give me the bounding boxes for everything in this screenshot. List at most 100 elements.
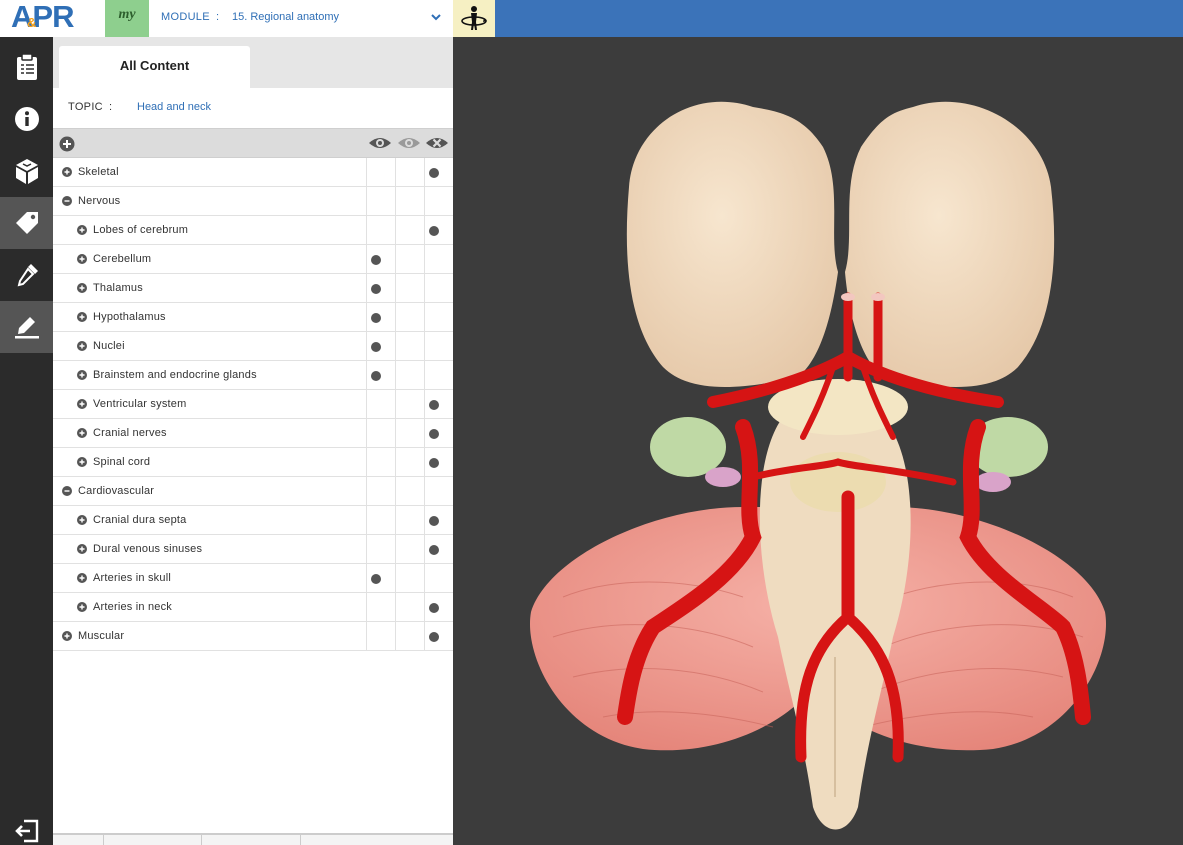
visibility-cell-show[interactable] xyxy=(366,245,395,274)
expand-icon[interactable] xyxy=(77,254,87,264)
visibility-cell-hide[interactable] xyxy=(424,564,453,593)
tree-row[interactable]: Cranial nerves xyxy=(53,419,453,448)
visibility-cell-transparent[interactable] xyxy=(395,303,424,332)
collapse-icon[interactable] xyxy=(62,196,72,206)
visibility-cell-show[interactable] xyxy=(366,216,395,245)
expand-icon[interactable] xyxy=(77,399,87,409)
visibility-cell-show[interactable] xyxy=(366,158,395,187)
app-logo[interactable]: APR & xyxy=(0,0,105,37)
visibility-cell-transparent[interactable] xyxy=(395,245,424,274)
sidebar-item-3d-view[interactable] xyxy=(0,145,53,197)
exit-button[interactable] xyxy=(0,811,53,845)
visibility-cell-transparent[interactable] xyxy=(395,448,424,477)
tree-row[interactable]: Muscular xyxy=(53,622,453,651)
visibility-cell-show[interactable] xyxy=(366,448,395,477)
left-cerebral-hemisphere[interactable] xyxy=(626,101,838,387)
visibility-cell-hide[interactable] xyxy=(424,158,453,187)
expand-icon[interactable] xyxy=(62,167,72,177)
tree-row[interactable]: Skeletal xyxy=(53,158,453,187)
tree-row[interactable]: Cranial dura septa xyxy=(53,506,453,535)
tree-row[interactable]: Spinal cord xyxy=(53,448,453,477)
visibility-cell-hide[interactable] xyxy=(424,390,453,419)
tree-row[interactable]: Nervous xyxy=(53,187,453,216)
sidebar-item-dropper[interactable] xyxy=(0,249,53,301)
expand-icon[interactable] xyxy=(77,283,87,293)
visibility-cell-hide[interactable] xyxy=(424,419,453,448)
visibility-cell-transparent[interactable] xyxy=(395,361,424,390)
visibility-cell-hide[interactable] xyxy=(424,477,453,506)
chevron-down-icon[interactable] xyxy=(429,10,443,24)
my-badge[interactable]: my xyxy=(105,0,149,37)
transparent-icon[interactable] xyxy=(397,135,421,151)
expand-icon[interactable] xyxy=(77,341,87,351)
tree-row[interactable]: Cardiovascular xyxy=(53,477,453,506)
visibility-cell-show[interactable] xyxy=(366,506,395,535)
tree-row[interactable]: Arteries in skull xyxy=(53,564,453,593)
topic-value[interactable]: Head and neck xyxy=(137,101,211,113)
tree-row[interactable]: Thalamus xyxy=(53,274,453,303)
visibility-cell-hide[interactable] xyxy=(424,448,453,477)
tree-row[interactable]: Arteries in neck xyxy=(53,593,453,622)
visibility-cell-transparent[interactable] xyxy=(395,187,424,216)
module-selector[interactable]: MODULE : 15. Regional anatomy xyxy=(149,0,453,37)
brain-model[interactable] xyxy=(453,37,1183,845)
visibility-cell-show[interactable] xyxy=(366,593,395,622)
tree-row[interactable]: Lobes of cerebrum xyxy=(53,216,453,245)
visibility-cell-show[interactable] xyxy=(366,274,395,303)
3d-viewport[interactable] xyxy=(453,37,1183,845)
expand-icon[interactable] xyxy=(77,515,87,525)
hide-icon[interactable] xyxy=(425,135,449,151)
visibility-cell-transparent[interactable] xyxy=(395,506,424,535)
visibility-cell-hide[interactable] xyxy=(424,187,453,216)
visibility-cell-transparent[interactable] xyxy=(395,622,424,651)
visibility-cell-show[interactable] xyxy=(366,303,395,332)
visibility-cell-transparent[interactable] xyxy=(395,419,424,448)
visibility-cell-hide[interactable] xyxy=(424,274,453,303)
visibility-cell-show[interactable] xyxy=(366,477,395,506)
visibility-cell-hide[interactable] xyxy=(424,303,453,332)
visibility-cell-hide[interactable] xyxy=(424,593,453,622)
visibility-cell-hide[interactable] xyxy=(424,535,453,564)
sidebar-item-info[interactable] xyxy=(0,93,53,145)
tree-row[interactable]: Cerebellum xyxy=(53,245,453,274)
visibility-cell-show[interactable] xyxy=(366,535,395,564)
visibility-cell-hide[interactable] xyxy=(424,245,453,274)
tab-all-content[interactable]: All Content xyxy=(59,46,250,88)
expand-icon[interactable] xyxy=(77,457,87,467)
visibility-cell-transparent[interactable] xyxy=(395,593,424,622)
visibility-cell-transparent[interactable] xyxy=(395,564,424,593)
visibility-cell-show[interactable] xyxy=(366,187,395,216)
visibility-cell-show[interactable] xyxy=(366,622,395,651)
visibility-cell-hide[interactable] xyxy=(424,216,453,245)
visibility-cell-transparent[interactable] xyxy=(395,332,424,361)
left-pink-structure[interactable] xyxy=(705,467,741,487)
tree-row[interactable]: Hypothalamus xyxy=(53,303,453,332)
tree-row[interactable]: Dural venous sinuses xyxy=(53,535,453,564)
expand-icon[interactable] xyxy=(77,544,87,554)
sidebar-item-highlight[interactable] xyxy=(0,301,53,353)
visibility-cell-hide[interactable] xyxy=(424,332,453,361)
sidebar-item-quiz[interactable] xyxy=(0,41,53,93)
tree-row[interactable]: Nuclei xyxy=(53,332,453,361)
visibility-cell-hide[interactable] xyxy=(424,622,453,651)
expand-all-icon[interactable] xyxy=(59,136,75,152)
visibility-cell-show[interactable] xyxy=(366,419,395,448)
tree-row[interactable]: Ventricular system xyxy=(53,390,453,419)
left-temporal-structure[interactable] xyxy=(650,417,726,477)
visibility-cell-transparent[interactable] xyxy=(395,274,424,303)
visibility-cell-hide[interactable] xyxy=(424,506,453,535)
expand-icon[interactable] xyxy=(77,573,87,583)
sidebar-item-labels[interactable] xyxy=(0,197,53,249)
collapse-icon[interactable] xyxy=(62,486,72,496)
visibility-cell-transparent[interactable] xyxy=(395,216,424,245)
right-pink-structure[interactable] xyxy=(975,472,1011,492)
expand-icon[interactable] xyxy=(77,370,87,380)
expand-icon[interactable] xyxy=(77,428,87,438)
expand-icon[interactable] xyxy=(77,602,87,612)
visibility-cell-show[interactable] xyxy=(366,390,395,419)
visibility-cell-transparent[interactable] xyxy=(395,158,424,187)
expand-icon[interactable] xyxy=(77,312,87,322)
visibility-cell-hide[interactable] xyxy=(424,361,453,390)
expand-icon[interactable] xyxy=(62,631,72,641)
visibility-cell-show[interactable] xyxy=(366,361,395,390)
